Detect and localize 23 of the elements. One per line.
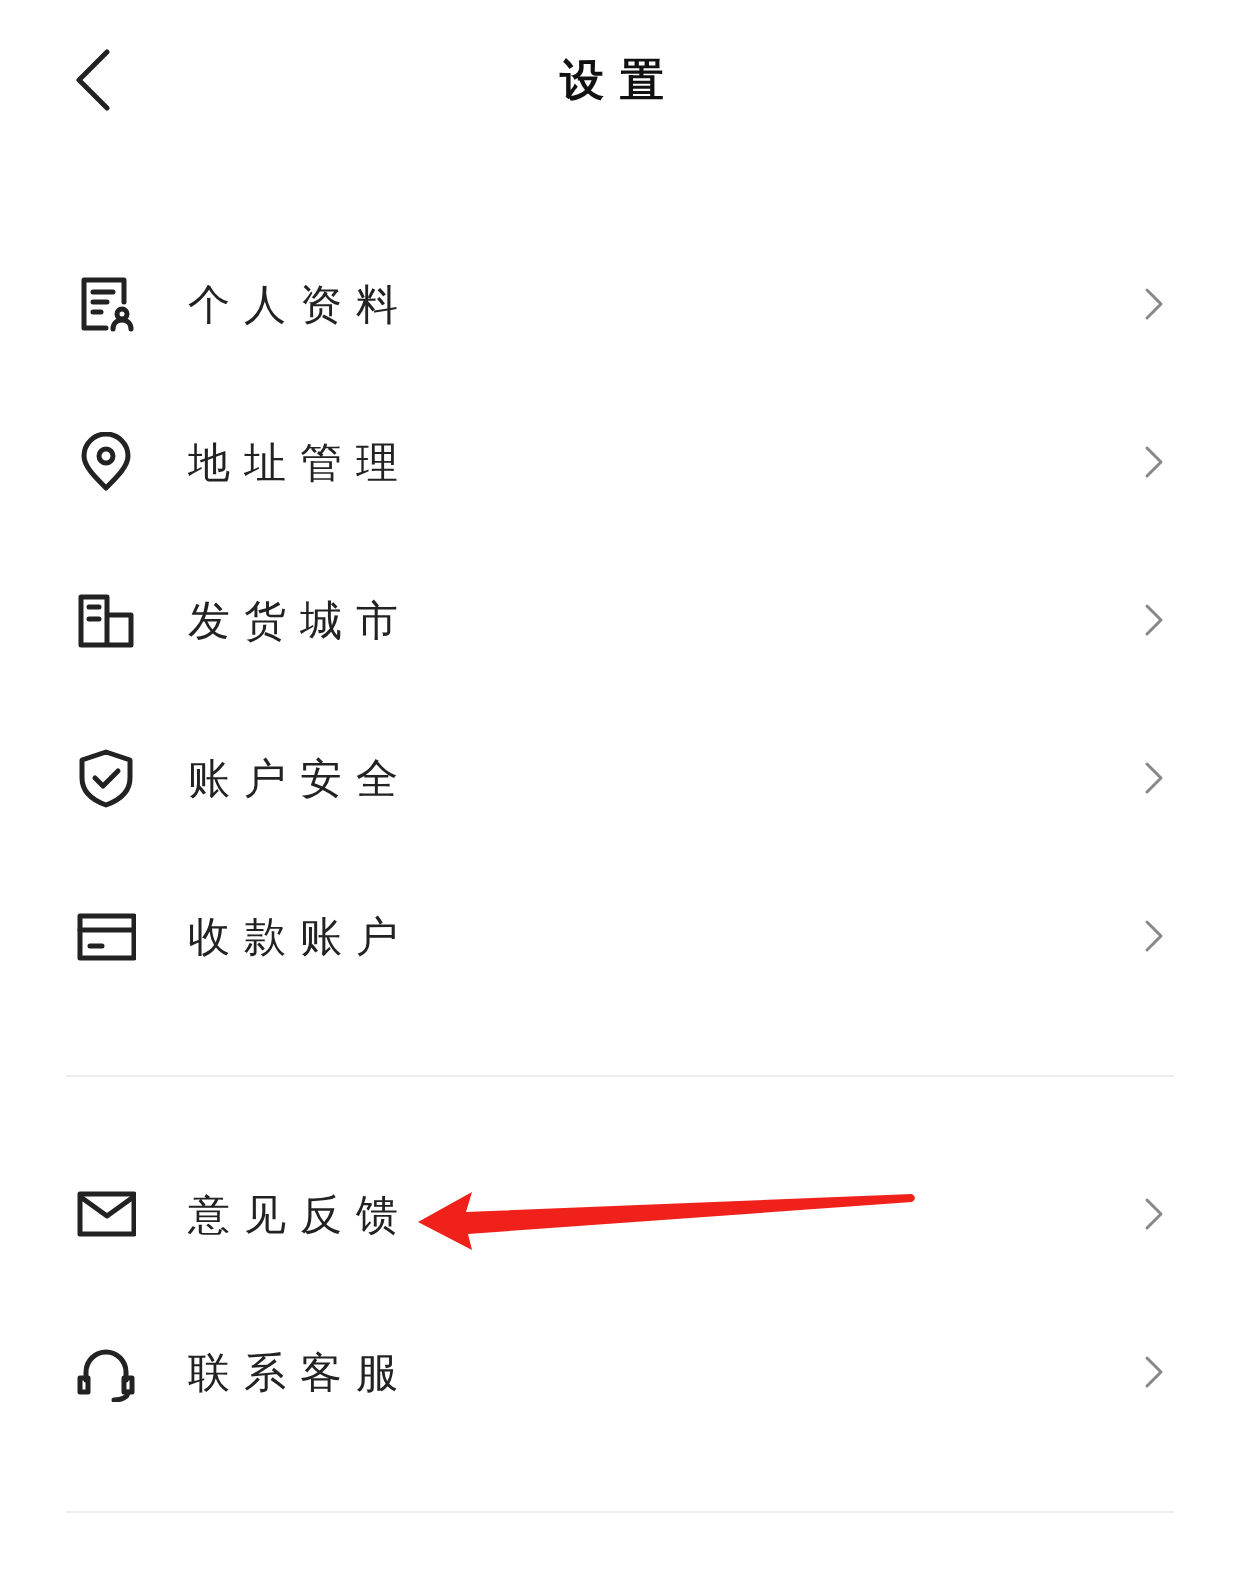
- chevron-right-icon: [1144, 1197, 1164, 1231]
- settings-row[interactable]: 收款账户: [0, 857, 1240, 1015]
- settings-row[interactable]: 发货城市: [0, 541, 1240, 699]
- row-label: 个人资料: [188, 279, 412, 330]
- settings-row[interactable]: 地址管理: [0, 383, 1240, 541]
- row-label: 地址管理: [188, 437, 412, 488]
- settings-row[interactable]: 意见反馈: [0, 1135, 1240, 1293]
- row-label: 联系客服: [188, 1347, 412, 1398]
- chevron-right-icon: [1144, 761, 1164, 795]
- chevron-right-icon: [1144, 287, 1164, 321]
- row-label: 收款账户: [188, 911, 412, 962]
- row-label: 意见反馈: [188, 1189, 412, 1240]
- chevron-right-icon: [1144, 603, 1164, 637]
- chevron-right-icon: [1144, 1355, 1164, 1389]
- settings-row[interactable]: 个人资料: [0, 225, 1240, 383]
- row-label: 账户安全: [188, 753, 412, 804]
- chevron-right-icon: [1144, 919, 1164, 953]
- settings-row[interactable]: 联系客服: [0, 1293, 1240, 1451]
- settings-row[interactable]: 账户安全: [0, 699, 1240, 857]
- page-title: 设置: [560, 54, 680, 106]
- chevron-right-icon: [1144, 445, 1164, 479]
- back-chevron-icon: [75, 49, 111, 111]
- row-label: 发货城市: [188, 595, 412, 646]
